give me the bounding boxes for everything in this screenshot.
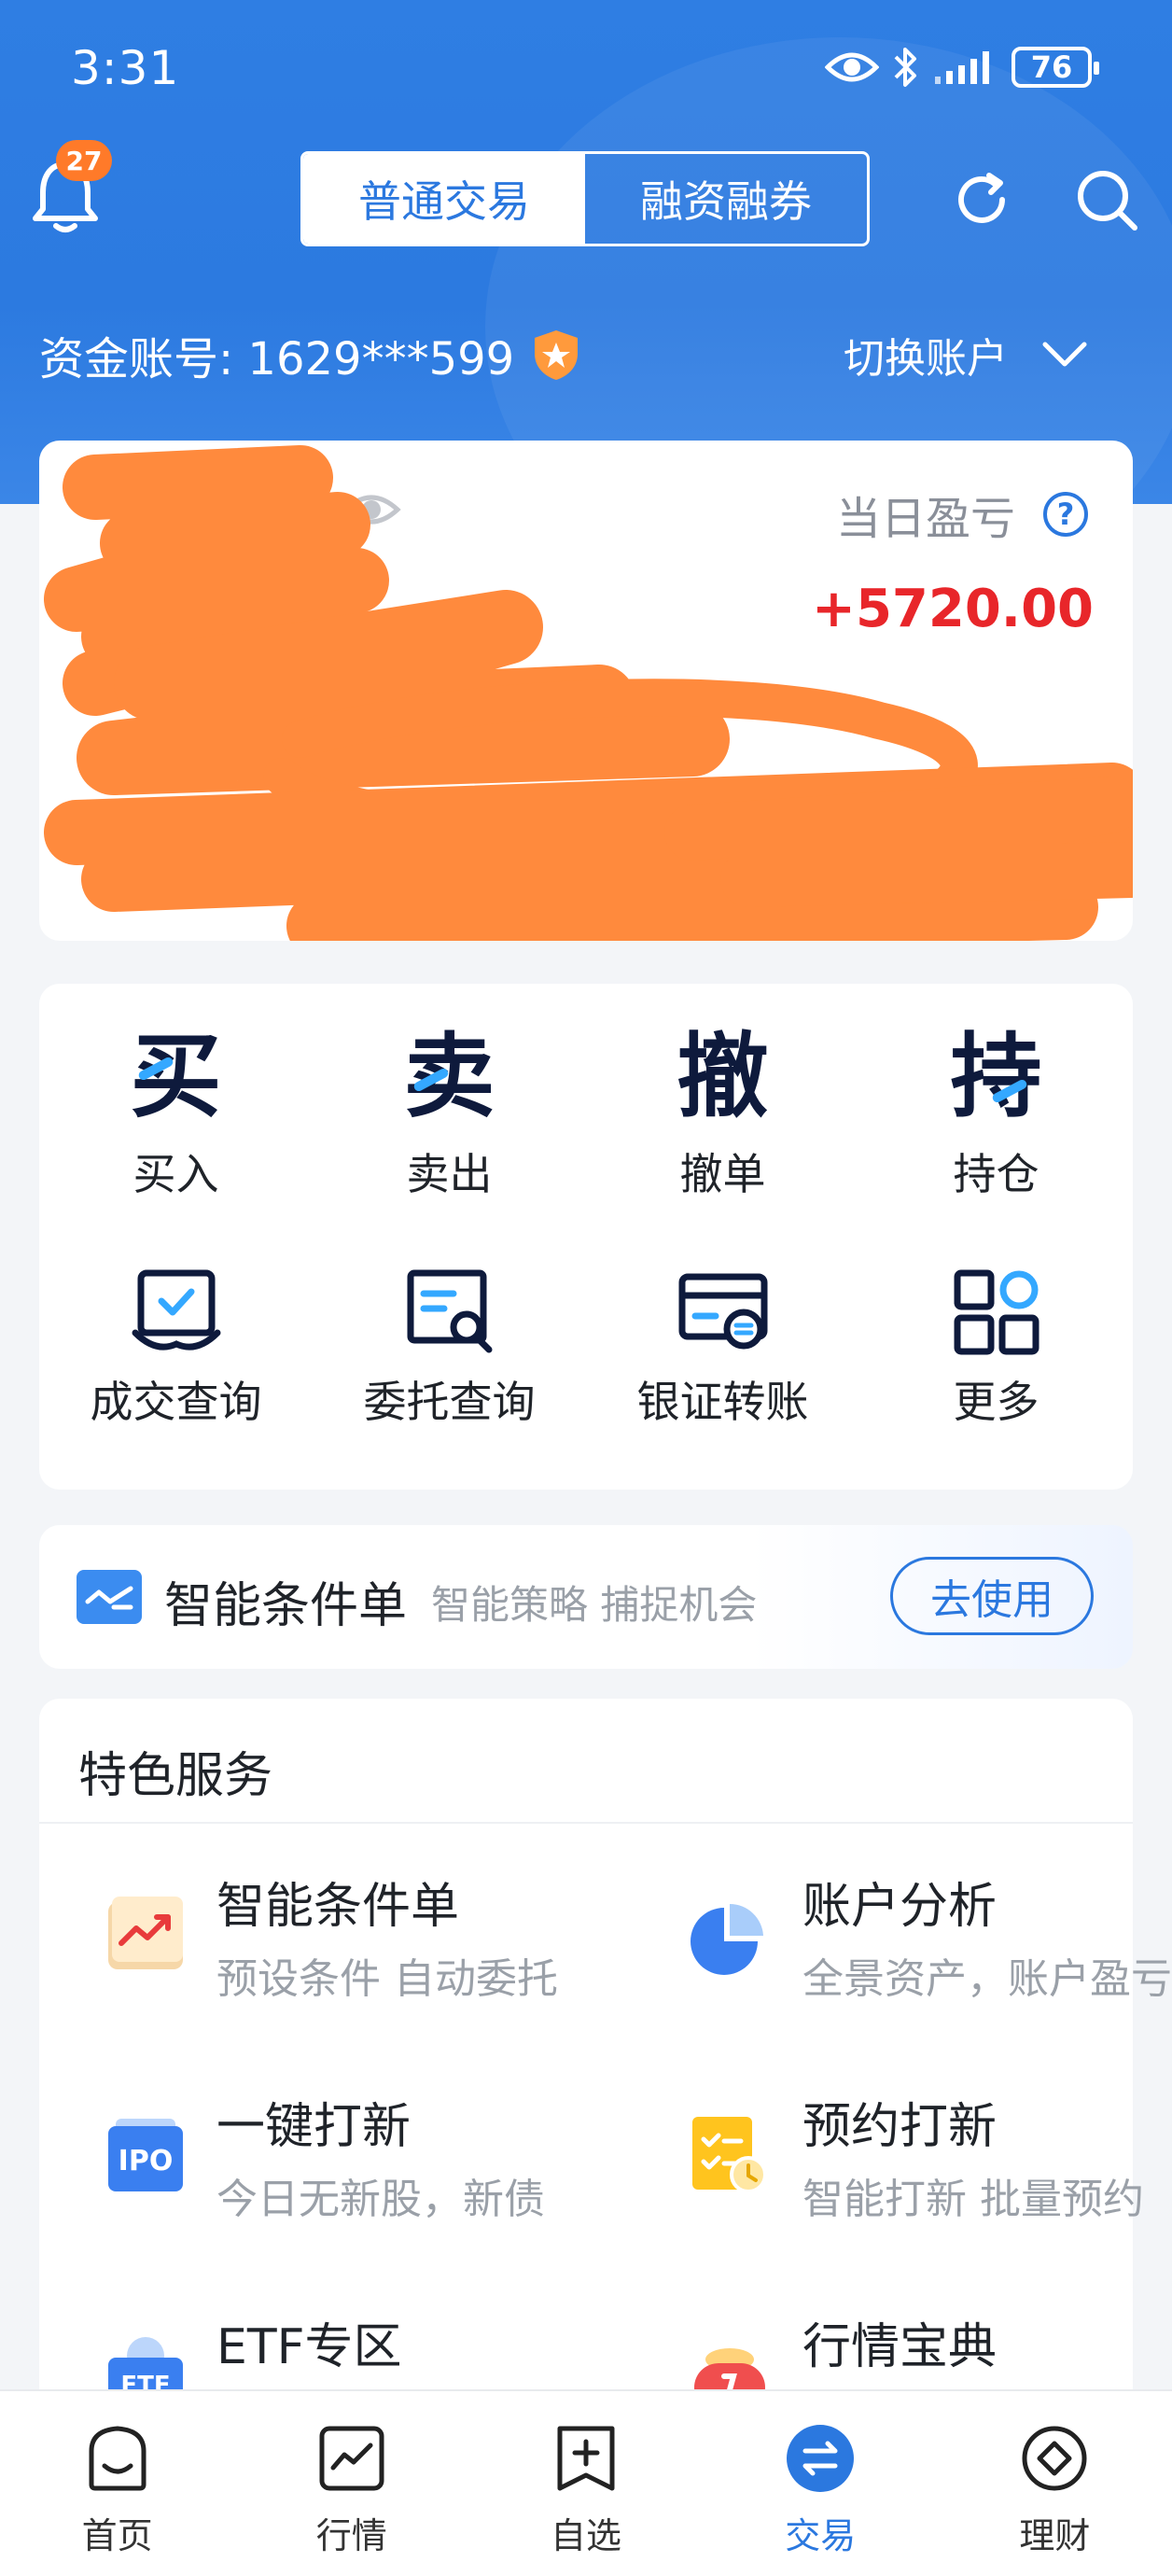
account-row: 资金账号: 1629***599 切换账户 — [39, 317, 1140, 392]
nav-watchlist[interactable]: 自选 — [468, 2391, 703, 2576]
service-name: 账户分析 — [802, 1879, 998, 1935]
deal-query-icon — [132, 1269, 220, 1351]
bank-transfer-label: 银证转账 — [636, 1377, 809, 1427]
nav-home[interactable]: 首页 — [0, 2391, 234, 2576]
positions-button[interactable]: 持 持仓 — [859, 1021, 1133, 1253]
switch-account-label: 切换账户 — [844, 335, 1008, 383]
trade-actions-card: 买 买入 卖 卖出 撤 撤单 持 持仓 成交查询 委托查询 银证转账 更多 — [39, 984, 1133, 1490]
market-icon — [319, 2426, 384, 2491]
trade-actions-grid: 买 买入 卖 卖出 撤 撤单 持 持仓 成交查询 委托查询 银证转账 更多 — [39, 984, 1133, 1490]
notification-badge: 27 — [56, 140, 112, 181]
use-now-button[interactable]: 去使用 — [890, 1557, 1094, 1635]
svg-text:IPO: IPO — [119, 2145, 174, 2177]
tab-normal-trade[interactable]: 普通交易 — [303, 154, 585, 244]
service-account-analysis[interactable]: 账户分析 全景资产，账户盈亏 — [586, 1867, 1172, 2053]
service-desc: 全景资产，账户盈亏 — [802, 1955, 1172, 2003]
sell-glyph: 卖 — [403, 1024, 495, 1130]
deal-query-button[interactable]: 成交查询 — [39, 1253, 313, 1484]
cancel-glyph-icon: 撤 — [677, 1021, 768, 1133]
bottom-nav: 首页 行情 自选 交易 理财 — [0, 2389, 1172, 2576]
positions-label: 持仓 — [953, 1149, 1039, 1199]
tab-margin-trade[interactable]: 融资融券 — [585, 154, 867, 244]
battery-icon: 76 — [1012, 47, 1099, 88]
switch-account-button[interactable]: 切换账户 — [844, 317, 1088, 392]
refresh-icon[interactable] — [948, 166, 1015, 233]
service-desc: 智能打新 批量预约 — [802, 2176, 1144, 2223]
bank-transfer-icon — [678, 1273, 767, 1350]
cancel-order-label: 撤单 — [679, 1149, 766, 1199]
nav-label: 自选 — [551, 2515, 622, 2556]
positions-glyph: 持 — [950, 1024, 1042, 1130]
buy-label: 买入 — [133, 1149, 219, 1199]
smart-order-subtitle: 智能策略 捕捉机会 — [431, 1582, 758, 1628]
eye-icon — [825, 52, 879, 82]
order-query-button[interactable]: 委托查询 — [313, 1253, 586, 1484]
nav-label: 行情 — [315, 2515, 387, 2556]
positions-glyph-icon: 持 — [950, 1021, 1041, 1133]
account-number: 资金账号: 1629***599 — [39, 333, 515, 385]
service-smart-order[interactable]: 智能条件单 预设条件 自动委托 — [39, 1867, 580, 2053]
watchlist-icon — [557, 2426, 615, 2491]
service-one-click-ipo[interactable]: IPO 一键打新 今日无新股，新债 — [39, 2087, 580, 2274]
sell-button[interactable]: 卖 卖出 — [313, 1021, 586, 1253]
nav-market[interactable]: 行情 — [234, 2391, 468, 2576]
service-name: 一键打新 — [216, 2099, 412, 2155]
search-icon[interactable] — [1073, 166, 1140, 233]
nav-wealth[interactable]: 理财 — [938, 2391, 1172, 2576]
more-grid-icon — [954, 1269, 1039, 1355]
bank-transfer-button[interactable]: 银证转账 — [586, 1253, 859, 1484]
shield-icon — [535, 330, 579, 380]
smart-order-title: 智能条件单 — [164, 1578, 408, 1634]
nav-label: 理财 — [1019, 2515, 1091, 2556]
sell-glyph-icon: 卖 — [403, 1021, 495, 1133]
order-query-label: 委托查询 — [363, 1377, 536, 1427]
nav-label: 交易 — [785, 2515, 857, 2556]
status-time: 3:31 — [71, 41, 180, 95]
buy-button[interactable]: 买 买入 — [39, 1021, 313, 1253]
buy-glyph-icon: 买 — [130, 1021, 221, 1133]
service-desc: 预设条件 自动委托 — [216, 1955, 558, 2003]
smart-order-banner-icon — [77, 1570, 142, 1624]
reserve-ipo-icon — [692, 2117, 767, 2193]
service-name: 智能条件单 — [216, 1879, 460, 1935]
pie-chart-icon — [691, 1904, 763, 1975]
service-desc: 今日无新股，新债 — [216, 2176, 545, 2223]
more-label: 更多 — [953, 1377, 1039, 1427]
smart-order-banner[interactable]: 智能条件单 智能策略 捕捉机会 去使用 — [39, 1525, 1133, 1669]
sell-label: 卖出 — [406, 1149, 493, 1199]
nav-label: 首页 — [81, 2515, 153, 2556]
service-name: 行情宝典 — [802, 2319, 998, 2375]
divider — [39, 1822, 1133, 1824]
bluetooth-icon — [894, 48, 916, 87]
service-reserve-ipo[interactable]: 预约打新 智能打新 批量预约 — [586, 2087, 1144, 2274]
battery-level: 76 — [1030, 49, 1073, 85]
wealth-icon — [1022, 2426, 1087, 2491]
ipo-icon: IPO — [108, 2119, 183, 2191]
signal-icon — [935, 51, 989, 84]
smart-order-icon — [108, 1897, 183, 1969]
more-button[interactable]: 更多 — [859, 1253, 1133, 1484]
trade-icon — [787, 2425, 855, 2492]
status-bar: 3:31 76 — [0, 0, 1172, 131]
home-icon — [89, 2426, 146, 2491]
deal-query-label: 成交查询 — [90, 1377, 262, 1427]
service-name: 预约打新 — [802, 2099, 998, 2155]
order-query-icon — [407, 1269, 492, 1353]
chevron-down-icon — [1042, 342, 1087, 367]
featured-services-title: 特色服务 — [78, 1748, 273, 1804]
cancel-glyph: 撤 — [677, 1024, 769, 1130]
redaction-scribble — [44, 445, 1133, 941]
header: 3:31 76 27 普通交易 融资融券 资金账号: 1629***599 切换… — [0, 0, 1172, 504]
cancel-order-button[interactable]: 撤 撤单 — [586, 1021, 859, 1253]
trade-type-tabs: 普通交易 融资融券 — [300, 151, 870, 246]
status-icons: 76 — [825, 41, 1099, 93]
service-name: ETF专区 — [216, 2319, 402, 2375]
asset-summary-card: 当日盈亏 ? +5720.00 — [39, 441, 1133, 941]
nav-trade[interactable]: 交易 — [704, 2391, 938, 2576]
